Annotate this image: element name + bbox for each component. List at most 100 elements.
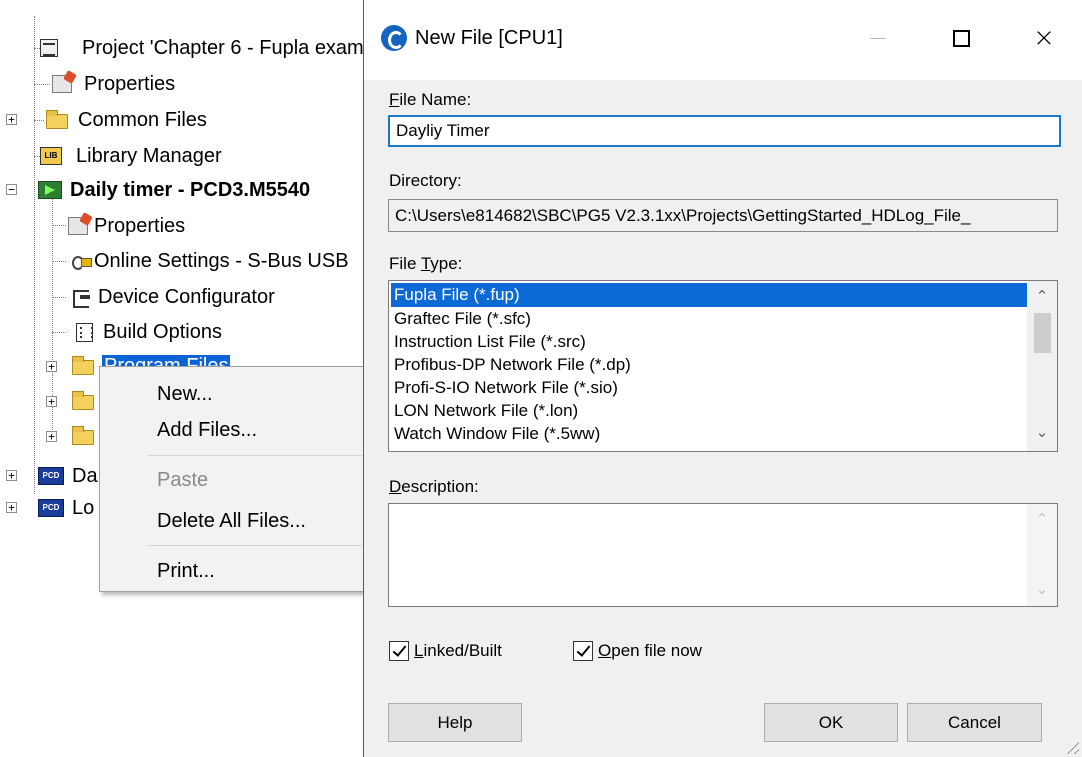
file-type-label-accesskey: T: [420, 254, 431, 273]
scroll-down-icon[interactable]: ⌄: [1027, 423, 1057, 441]
file-name-input[interactable]: Dayliy Timer: [388, 115, 1061, 147]
checkbox-checked-icon: [573, 641, 593, 661]
tree-item-label: Common Files: [78, 108, 207, 131]
menu-separator: [148, 545, 368, 546]
collapse-toggle-daily-timer[interactable]: −: [6, 184, 17, 195]
minimize-button[interactable]: [853, 16, 903, 60]
menu-item-print[interactable]: Print...: [157, 560, 215, 583]
folder-icon: [72, 355, 94, 375]
file-name-value: Dayliy Timer: [396, 121, 490, 140]
linked-built-text: inked/Built: [423, 641, 502, 660]
tree-connector: [34, 84, 50, 85]
menu-separator: [148, 455, 368, 456]
description-label-text: escription:: [401, 477, 479, 496]
tree-item-label: Online Settings - S-Bus USB: [94, 249, 349, 272]
help-button[interactable]: Help: [388, 703, 522, 742]
expand-toggle-common-files[interactable]: +: [6, 114, 17, 125]
ok-button[interactable]: OK: [764, 703, 898, 742]
description-label-accesskey: D: [389, 477, 402, 496]
directory-field[interactable]: C:\Users\e814682\SBC\PG5 V2.3.1xx\Projec…: [388, 199, 1058, 232]
menu-item-paste[interactable]: Paste: [157, 469, 208, 492]
file-type-label-pre: File: [389, 254, 421, 273]
pcd-icon: PCD: [38, 467, 64, 485]
properties-icon: [52, 75, 72, 93]
file-type-option[interactable]: Profibus-DP Network File (*.dp): [391, 353, 1027, 377]
tree-item-daily-timer[interactable]: Daily timer - PCD3.M5540: [38, 174, 310, 206]
maximize-button[interactable]: [936, 16, 986, 60]
tree-connector: [52, 225, 66, 226]
description-label: Description:: [389, 477, 479, 497]
description-textarea[interactable]: ⌃ ⌄: [388, 503, 1058, 607]
file-name-label-accesskey: F: [389, 90, 400, 109]
folder-icon: [72, 425, 94, 445]
folder-icon: [46, 109, 68, 129]
linked-built-checkbox[interactable]: Linked/Built: [389, 641, 502, 661]
close-icon: ×: [1033, 23, 1055, 53]
open-file-now-checkbox[interactable]: Open file now: [573, 641, 702, 661]
pcd-icon: PCD: [38, 499, 64, 517]
file-type-label-text: ype:: [430, 254, 463, 273]
expand-toggle-device[interactable]: +: [6, 470, 17, 481]
device-configurator-icon: [70, 288, 92, 308]
expand-toggle-folder[interactable]: +: [46, 396, 57, 407]
checkbox-checked-icon: [389, 641, 409, 661]
scroll-up-icon[interactable]: ⌃: [1027, 287, 1057, 305]
file-type-label: File Type:: [389, 254, 462, 274]
title-bar[interactable]: New File [CPU1] ×: [364, 0, 1082, 80]
tree-item-device-configurator[interactable]: Device Configurator: [70, 281, 275, 313]
file-type-scrollbar[interactable]: ⌃ ⌄: [1027, 281, 1057, 451]
scroll-up-icon[interactable]: ⌃: [1027, 510, 1057, 528]
file-type-option[interactable]: Graftec File (*.sfc): [391, 307, 1027, 331]
tree-item-properties[interactable]: Properties: [52, 68, 175, 100]
tree-item-label: Properties: [84, 72, 176, 95]
scrollbar-thumb[interactable]: [1034, 313, 1051, 353]
expand-toggle-device[interactable]: +: [6, 502, 17, 513]
tree-item-build-options[interactable]: Build Options: [76, 316, 222, 348]
tree-item-label: Properties: [94, 214, 186, 237]
tree-item-label: Lo: [72, 496, 95, 519]
tree-item-project[interactable]: Project 'Chapter 6 - Fupla example': [40, 32, 394, 64]
expand-toggle-program-files[interactable]: +: [46, 361, 57, 372]
tree-item-label: Library Manager: [76, 144, 222, 167]
properties-icon: [68, 217, 88, 235]
tree-item-online-settings[interactable]: Online Settings - S-Bus USB: [70, 245, 349, 277]
description-scrollbar[interactable]: ⌃ ⌄: [1027, 504, 1057, 606]
tree-item-label: Daily timer - PCD3.M5540: [70, 178, 311, 201]
tree-item-label: Device Configurator: [98, 285, 275, 308]
open-file-now-label: Open file now: [598, 641, 702, 661]
tree-connector: [52, 297, 66, 298]
file-type-option[interactable]: Instruction List File (*.src): [391, 330, 1027, 354]
build-options-icon: [76, 322, 93, 342]
tree-item-device-properties[interactable]: Properties: [68, 210, 185, 242]
cancel-button[interactable]: Cancel: [907, 703, 1042, 742]
tree-item-label: Da: [72, 464, 98, 487]
file-type-option[interactable]: LON Network File (*.lon): [391, 399, 1027, 423]
file-type-option[interactable]: Watch Window File (*.5ww): [391, 422, 1027, 446]
resize-grip-icon[interactable]: [1063, 738, 1079, 754]
menu-item-delete-all-files[interactable]: Delete All Files...: [157, 510, 306, 533]
project-icon: [40, 39, 58, 57]
tree-item-device[interactable]: PCD Lo: [38, 492, 94, 524]
menu-item-new[interactable]: New...: [157, 383, 213, 406]
directory-label: Directory:: [389, 171, 462, 190]
tree-item-library-manager[interactable]: LIB Library Manager: [40, 140, 222, 172]
file-name-label: File Name:: [389, 90, 471, 110]
dialog-title: New File [CPU1]: [415, 27, 563, 49]
directory-value: C:\Users\e814682\SBC\PG5 V2.3.1xx\Projec…: [395, 205, 971, 225]
file-type-listbox[interactable]: Fupla File (*.fup) Graftec File (*.sfc) …: [388, 280, 1058, 452]
linked-built-label: Linked/Built: [414, 641, 502, 661]
open-file-now-text: pen file now: [611, 641, 702, 660]
scroll-down-icon[interactable]: ⌄: [1027, 580, 1057, 598]
file-type-option[interactable]: Profi-S-IO Network File (*.sio): [391, 376, 1027, 400]
tree-item-common-files[interactable]: Common Files: [46, 104, 207, 136]
open-file-now-accesskey: O: [598, 641, 612, 660]
tree-item-device[interactable]: PCD Da: [38, 460, 98, 492]
tree-item-folder[interactable]: [72, 385, 94, 417]
file-type-option[interactable]: Fupla File (*.fup): [391, 283, 1027, 307]
device-icon: [38, 181, 62, 199]
tree-connector: [52, 261, 66, 262]
menu-item-add-files[interactable]: Add Files...: [157, 419, 257, 442]
tree-item-folder[interactable]: [72, 420, 94, 452]
expand-toggle-folder[interactable]: +: [46, 431, 57, 442]
close-button[interactable]: ×: [1019, 16, 1069, 60]
